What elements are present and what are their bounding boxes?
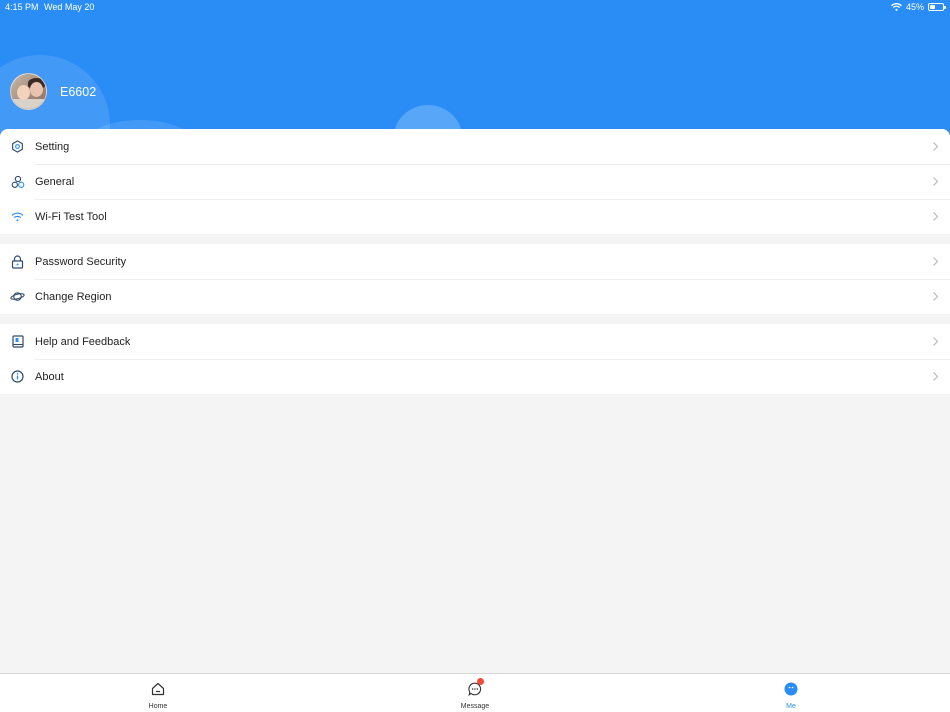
general-circles-icon: [10, 174, 25, 189]
menu-group: Help and Feedback About: [0, 324, 950, 394]
me-icon: [784, 682, 798, 696]
tab-bar: Home Message Me: [0, 673, 950, 712]
menu-item-setting[interactable]: Setting: [0, 129, 950, 164]
unread-badge: [477, 678, 484, 685]
profile-header: 4:15 PM Wed May 20 45% E6602: [0, 0, 950, 140]
home-icon: [151, 682, 165, 696]
status-bar: 4:15 PM Wed May 20 45%: [0, 0, 950, 16]
setting-hexagon-icon: [10, 139, 25, 154]
menu-item-label: Setting: [35, 140, 70, 153]
wifi-icon: [10, 209, 25, 224]
battery-icon: [928, 3, 946, 11]
menu-item-about[interactable]: About: [0, 359, 950, 394]
username[interactable]: E6602: [60, 85, 96, 99]
menu-item-label: Change Region: [35, 290, 112, 303]
chevron-right-icon: [933, 142, 939, 151]
tab-me[interactable]: Me: [761, 674, 821, 712]
wifi-icon: [891, 3, 902, 11]
menu-item-label: Wi-Fi Test Tool: [35, 210, 107, 223]
tab-label: Message: [460, 703, 490, 710]
chevron-right-icon: [933, 257, 939, 266]
status-date: Wed May 20: [44, 2, 95, 12]
status-indicators: 45%: [891, 2, 946, 12]
menu-item-general[interactable]: General: [0, 164, 950, 199]
battery-percent: 45%: [905, 2, 924, 12]
chevron-right-icon: [933, 337, 939, 346]
menu-item-label: About: [35, 370, 64, 383]
tab-label: Me: [786, 703, 796, 710]
menu-group: Setting General Wi-Fi Test Tool: [0, 129, 950, 234]
chevron-right-icon: [933, 212, 939, 221]
status-time: 4:15 PM: [5, 2, 39, 12]
menu-group: Password Security Change Region: [0, 244, 950, 314]
chevron-right-icon: [933, 292, 939, 301]
info-icon: [10, 369, 25, 384]
menu-item-password-security[interactable]: Password Security: [0, 244, 950, 279]
menu-item-label: Password Security: [35, 255, 127, 268]
chevron-right-icon: [933, 177, 939, 186]
menu-item-change-region[interactable]: Change Region: [0, 279, 950, 314]
menu-list: Setting General Wi-Fi Test Tool Password…: [0, 129, 950, 394]
lock-icon: [10, 254, 25, 269]
tab-label: Home: [148, 703, 168, 710]
planet-icon: [10, 289, 25, 304]
menu-item-label: Help and Feedback: [35, 335, 131, 348]
menu-item-help-and-feedback[interactable]: Help and Feedback: [0, 324, 950, 359]
tab-message[interactable]: Message: [445, 674, 505, 712]
book-icon: [10, 334, 25, 349]
menu-item-wifi-test-tool[interactable]: Wi-Fi Test Tool: [0, 199, 950, 234]
chevron-right-icon: [933, 372, 939, 381]
tab-home[interactable]: Home: [128, 674, 188, 712]
menu-item-label: General: [35, 175, 75, 188]
avatar[interactable]: [10, 73, 47, 110]
